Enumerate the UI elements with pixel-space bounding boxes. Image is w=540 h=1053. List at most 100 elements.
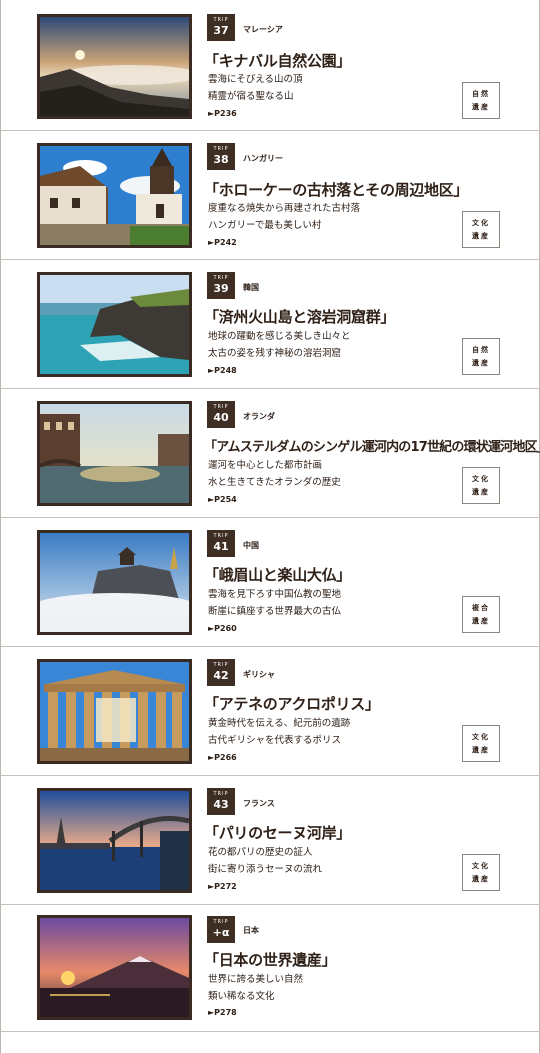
country: オランダ <box>243 412 275 421</box>
trip-index-page: TRIP 37 マレーシア 「キナバル自然公園」 雲海にそびえる山の頂 精霊が宿… <box>0 0 540 1053</box>
country: フランス <box>243 799 275 808</box>
country: 日本 <box>243 926 259 935</box>
seine-photo <box>37 788 192 893</box>
category-box: 自然 遺産 <box>462 338 500 375</box>
trip-badge: TRIP 40 <box>207 401 235 428</box>
trip-entry-japan[interactable]: TRIP +α 日本 「日本の世界遺産」 世界に誇る美しい自然 類い稀なる文化 … <box>1 905 540 1032</box>
category-label: 遺産 <box>472 358 490 367</box>
heritage-title: 「キナバル自然公園」 <box>204 52 352 70</box>
acropolis-photo <box>37 659 192 764</box>
heritage-title: 「日本の世界遺産」 <box>204 951 337 969</box>
fuji-photo <box>37 915 192 1020</box>
country: 中国 <box>243 541 259 550</box>
category-box: 文化 遺産 <box>462 211 500 248</box>
page-link[interactable]: ►P254 <box>208 495 237 504</box>
page-link[interactable]: ►P248 <box>208 366 237 375</box>
category-label: 文化 <box>472 218 490 227</box>
amsterdam-photo <box>37 401 192 506</box>
category-label: 遺産 <box>472 231 490 240</box>
description-line: 運河を中心とした都市計画 <box>208 460 323 471</box>
heritage-title: 「済州火山島と溶岩洞窟群」 <box>204 308 396 326</box>
trip-entry-43[interactable]: TRIP 43 フランス 「パリのセーヌ河岸」 花の都パリの歴史の証人 街に寄り… <box>1 776 540 905</box>
trip-badge: TRIP 43 <box>207 788 235 815</box>
category-box: 文化 遺産 <box>462 725 500 762</box>
trip-badge: TRIP +α <box>207 916 235 943</box>
trip-entry-39[interactable]: TRIP 39 韓国 「済州火山島と溶岩洞窟群」 地球の躍動を感じる美しき山々と… <box>1 260 540 389</box>
trip-entry-37[interactable]: TRIP 37 マレーシア 「キナバル自然公園」 雲海にそびえる山の頂 精霊が宿… <box>1 2 540 131</box>
category-box: 文化 遺産 <box>462 854 500 891</box>
page-link[interactable]: ►P242 <box>208 238 237 247</box>
trip-entry-41[interactable]: TRIP 41 中国 「峨眉山と楽山大仏」 雲海を見下ろす中国仏教の聖地 断崖に… <box>1 518 540 647</box>
page-link[interactable]: ►P278 <box>208 1008 237 1017</box>
description-line: 太古の姿を残す神秘の溶岩洞窟 <box>208 348 342 359</box>
description-line: 世界に誇る美しい自然 <box>208 974 304 985</box>
description-line: 街に寄り添うセーヌの流れ <box>208 864 323 875</box>
trip-badge: TRIP 37 <box>207 14 235 41</box>
trip-badge: TRIP 38 <box>207 143 235 170</box>
emei-photo <box>37 530 192 635</box>
heritage-title: 「峨眉山と楽山大仏」 <box>204 566 352 584</box>
heritage-title: 「ホローケーの古村落とその周辺地区」 <box>204 181 469 199</box>
page-link[interactable]: ►P260 <box>208 624 237 633</box>
country: ギリシャ <box>243 670 275 679</box>
trip-number: 38 <box>213 153 229 166</box>
description: 世界に誇る美しい自然 類い稀なる文化 <box>208 971 303 1005</box>
page-link[interactable]: ►P272 <box>208 882 237 891</box>
description-line: ハンガリーで最も美しい村 <box>208 220 322 231</box>
category-label: 遺産 <box>472 487 490 496</box>
category-box: 文化 遺産 <box>462 467 500 504</box>
trip-badge: TRIP 42 <box>207 659 235 686</box>
description-line: 雲海にそびえる山の頂 <box>208 74 303 85</box>
description-line: 類い稀なる文化 <box>208 991 275 1002</box>
description-line: 雲海を見下ろす中国仏教の聖地 <box>208 589 342 600</box>
category-label: 自然 <box>472 345 490 354</box>
description-line: 度重なる焼失から再建された古村落 <box>208 203 361 214</box>
trip-badge: TRIP 41 <box>207 530 235 557</box>
country: 韓国 <box>243 283 259 292</box>
holloko-photo <box>37 143 192 248</box>
description-line: 精霊が宿る聖なる山 <box>208 91 294 102</box>
description: 地球の躍動を感じる美しき山々と 太古の姿を残す神秘の溶岩洞窟 <box>208 328 351 362</box>
page-link[interactable]: ►P236 <box>208 109 237 118</box>
trip-entry-38[interactable]: TRIP 38 ハンガリー 「ホローケーの古村落とその周辺地区」 度重なる焼失か… <box>1 131 540 260</box>
category-box: 複合 遺産 <box>462 596 500 633</box>
description: 雲海を見下ろす中国仏教の聖地 断崖に鎮座する世界最大の古仏 <box>208 586 341 620</box>
category-label: 複合 <box>472 603 490 612</box>
category-label: 遺産 <box>472 102 490 111</box>
category-label: 文化 <box>472 732 490 741</box>
trip-number: 37 <box>213 24 229 37</box>
description-line: 花の都パリの歴史の証人 <box>208 847 313 858</box>
trip-entry-42[interactable]: TRIP 42 ギリシャ 「アテネのアクロポリス」 黄金時代を伝える、紀元前の遺… <box>1 647 540 776</box>
description-line: 黄金時代を伝える、紀元前の遺跡 <box>208 718 351 729</box>
trip-badge: TRIP 39 <box>207 272 235 299</box>
category-label: 自然 <box>472 89 490 98</box>
description: 黄金時代を伝える、紀元前の遺跡 古代ギリシャを代表するポリス <box>208 715 350 749</box>
category-label: 遺産 <box>472 874 490 883</box>
jeju-photo <box>37 272 192 377</box>
description: 花の都パリの歴史の証人 街に寄り添うセーヌの流れ <box>208 844 322 878</box>
country: マレーシア <box>243 25 283 34</box>
description-line: 水と生きてきたオランダの歴史 <box>208 477 341 488</box>
trip-number: +α <box>212 926 230 939</box>
description-line: 断崖に鎮座する世界最大の古仏 <box>208 606 342 617</box>
trip-number: 39 <box>213 282 229 295</box>
trip-number: 41 <box>213 540 229 553</box>
category-label: 文化 <box>472 861 490 870</box>
country: ハンガリー <box>243 154 283 163</box>
category-label: 文化 <box>472 474 490 483</box>
description-line: 地球の躍動を感じる美しき山々と <box>208 331 351 342</box>
heritage-title: 「パリのセーヌ河岸」 <box>204 824 352 842</box>
kinabalu-photo <box>37 14 192 119</box>
page-link[interactable]: ►P266 <box>208 753 237 762</box>
heritage-title: 「アテネのアクロポリス」 <box>204 695 380 713</box>
trip-number: 40 <box>213 411 229 424</box>
category-box: 自然 遺産 <box>462 82 500 119</box>
description: 度重なる焼失から再建された古村落 ハンガリーで最も美しい村 <box>208 200 360 234</box>
description: 運河を中心とした都市計画 水と生きてきたオランダの歴史 <box>208 457 341 491</box>
trip-number: 42 <box>213 669 229 682</box>
trip-entry-40[interactable]: TRIP 40 オランダ 「アムステルダムのシンゲル運河内の17世紀の環状運河地… <box>1 389 540 518</box>
trip-number: 43 <box>213 798 229 811</box>
description: 雲海にそびえる山の頂 精霊が宿る聖なる山 <box>208 71 303 105</box>
heritage-title: 「アムステルダムのシンゲル運河内の17世紀の環状運河地区」 <box>204 440 540 455</box>
category-label: 遺産 <box>472 616 490 625</box>
